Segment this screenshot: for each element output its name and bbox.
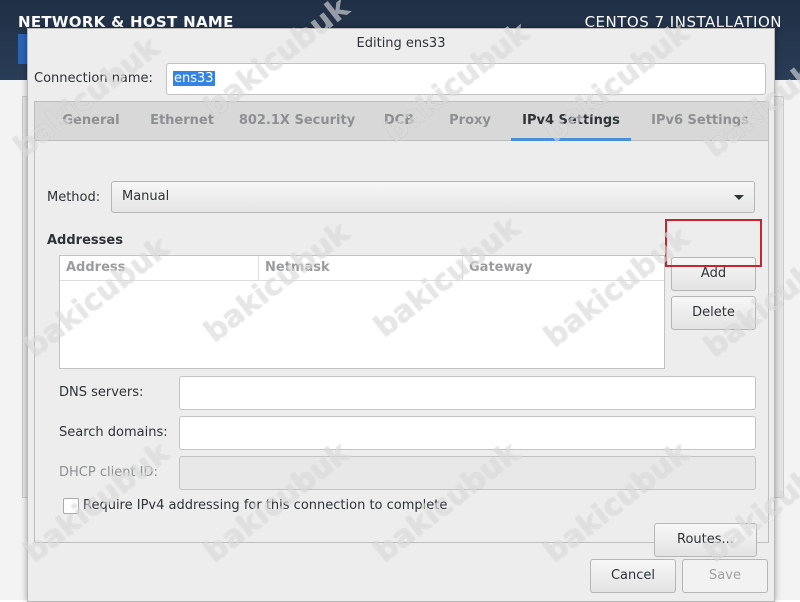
- edit-connection-dialog: Editing ens33 Connection name: ens33 Gen…: [27, 28, 775, 602]
- installer-right-panel-edge: [774, 96, 784, 498]
- tab-general[interactable]: General: [45, 102, 137, 140]
- method-label: Method:: [47, 190, 101, 205]
- tab-ethernet[interactable]: Ethernet: [137, 102, 227, 140]
- tab-ipv6-settings[interactable]: IPv6 Settings: [639, 102, 761, 140]
- chevron-down-icon: [734, 195, 744, 200]
- save-button[interactable]: Save: [682, 559, 768, 593]
- dns-servers-input[interactable]: [179, 376, 756, 410]
- dhcp-client-id-input: [179, 456, 756, 490]
- addresses-table[interactable]: Address Netmask Gateway: [59, 255, 665, 369]
- addresses-heading: Addresses: [47, 233, 123, 248]
- connection-name-input[interactable]: ens33: [166, 63, 766, 95]
- connection-name-value: ens33: [173, 71, 215, 86]
- require-ipv4-label[interactable]: Require IPv4 addressing for this connect…: [83, 498, 447, 513]
- search-domains-label: Search domains:: [59, 425, 168, 440]
- tab-proxy[interactable]: Proxy: [431, 102, 509, 140]
- delete-address-button[interactable]: Delete: [671, 296, 756, 330]
- column-netmask[interactable]: Netmask: [258, 256, 462, 280]
- require-ipv4-checkbox[interactable]: [63, 498, 79, 514]
- method-dropdown[interactable]: Manual: [111, 181, 755, 213]
- dhcp-client-id-label: DHCP client ID:: [59, 465, 158, 480]
- add-button-highlight: [665, 219, 762, 267]
- routes-button[interactable]: Routes...: [654, 523, 757, 557]
- tab-dcb[interactable]: DCB: [367, 102, 431, 140]
- dialog-title: Editing ens33: [356, 36, 446, 51]
- cancel-button[interactable]: Cancel: [590, 559, 676, 593]
- connection-name-label: Connection name:: [34, 71, 153, 86]
- method-value: Manual: [122, 189, 170, 204]
- tab-8021x-security[interactable]: 802.1X Security: [227, 102, 367, 140]
- dns-servers-label: DNS servers:: [59, 385, 144, 400]
- column-address[interactable]: Address: [60, 256, 258, 280]
- column-gateway[interactable]: Gateway: [462, 256, 664, 280]
- search-domains-input[interactable]: [179, 416, 756, 450]
- addresses-table-header: Address Netmask Gateway: [60, 256, 664, 281]
- settings-notebook: General Ethernet 802.1X Security DCB Pro…: [34, 101, 769, 557]
- tab-bar: General Ethernet 802.1X Security DCB Pro…: [35, 102, 768, 141]
- tab-ipv4-settings[interactable]: IPv4 Settings: [511, 102, 631, 141]
